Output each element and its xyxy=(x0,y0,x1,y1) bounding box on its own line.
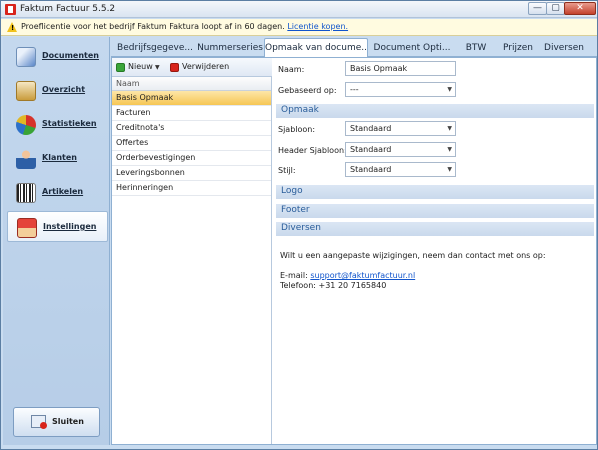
content-panel: Nieuw ▼ Verwijderen Naam Basis Opmaak Fa… xyxy=(111,57,597,445)
sidebar-item-artikelen[interactable]: Artikelen xyxy=(7,177,108,208)
email-label: E-mail: xyxy=(280,271,308,280)
section-diversen[interactable]: Diversen xyxy=(276,222,594,236)
sidebar-item-statistieken[interactable]: Statistieken xyxy=(7,109,108,140)
tab-document-opties[interactable]: Document Opti... xyxy=(370,40,454,57)
header-template-select[interactable]: Standaard ▼ xyxy=(345,142,456,157)
chevron-down-icon: ▼ xyxy=(447,166,452,173)
app-window: Faktum Factuur 5.5.2 — ▢ ✕ ! Proeflicent… xyxy=(0,0,598,450)
delete-button-label: Verwijderen xyxy=(182,62,230,71)
minimize-button[interactable]: — xyxy=(528,2,547,15)
app-logo-icon xyxy=(5,4,16,15)
name-field[interactable]: Basis Opmaak xyxy=(345,61,456,76)
style-label: Stijl: xyxy=(278,166,296,175)
chevron-down-icon: ▼ xyxy=(447,146,452,153)
buy-license-link[interactable]: Licentie kopen. xyxy=(287,22,348,31)
section-footer[interactable]: Footer xyxy=(276,204,594,218)
new-button-label: Nieuw xyxy=(128,62,153,71)
list-item[interactable]: Basis Opmaak xyxy=(112,91,271,106)
list-item[interactable]: Leveringsbonnen xyxy=(112,166,271,181)
phone-value: +31 20 7165840 xyxy=(318,281,387,290)
template-select[interactable]: Standaard ▼ xyxy=(345,121,456,136)
exit-icon xyxy=(31,415,47,429)
email-link[interactable]: support@faktumfactuur.nl xyxy=(310,271,415,280)
style-value: Standaard xyxy=(350,165,392,174)
style-select[interactable]: Standaard ▼ xyxy=(345,162,456,177)
chevron-down-icon: ▼ xyxy=(447,86,452,93)
based-on-label: Gebaseerd op: xyxy=(278,86,337,95)
list-toolbar: Nieuw ▼ Verwijderen xyxy=(112,58,272,77)
settings-tabs: Bedrijfsgegeve... Nummerseries Opmaak va… xyxy=(111,37,597,58)
license-text: Proeflicentie voor het bedrijf Faktum Fa… xyxy=(21,19,348,35)
list-column-header[interactable]: Naam xyxy=(112,77,271,91)
template-label: Sjabloon: xyxy=(278,125,316,134)
sidebar-item-documenten[interactable]: Documenten xyxy=(7,41,108,72)
customers-icon xyxy=(16,149,36,169)
sidebar-item-klanten[interactable]: Klanten xyxy=(7,143,108,174)
close-window-button[interactable]: ✕ xyxy=(564,2,596,15)
name-label: Naam: xyxy=(278,65,305,74)
section-opmaak[interactable]: Opmaak xyxy=(276,104,594,118)
sidebar-item-label: Statistieken xyxy=(42,119,97,128)
maximize-button[interactable]: ▢ xyxy=(546,2,565,15)
sidebar-item-instellingen[interactable]: Instellingen xyxy=(7,211,108,242)
list-item[interactable]: Creditnota's xyxy=(112,121,271,136)
sidebar-item-overzicht[interactable]: Overzicht xyxy=(7,75,108,106)
tab-diversen[interactable]: Diversen xyxy=(538,40,590,57)
delete-icon xyxy=(170,63,179,72)
sidebar-item-label: Klanten xyxy=(42,153,77,162)
list-item[interactable]: Facturen xyxy=(112,106,271,121)
settings-icon xyxy=(17,218,37,238)
header-template-value: Standaard xyxy=(350,145,392,154)
header-template-label: Header Sjabloon: xyxy=(278,146,347,155)
sidebar-item-label: Documenten xyxy=(42,51,99,60)
overview-icon xyxy=(16,81,36,101)
based-on-value: --- xyxy=(350,85,359,94)
tab-bedrijfsgegevens[interactable]: Bedrijfsgegeve... xyxy=(114,40,196,57)
window-title: Faktum Factuur 5.5.2 xyxy=(20,4,116,14)
list-item[interactable]: Orderbevestigingen xyxy=(112,151,271,166)
list-item[interactable]: Herinneringen xyxy=(112,181,271,196)
add-icon xyxy=(116,63,125,72)
chevron-down-icon: ▼ xyxy=(447,125,452,132)
articles-icon xyxy=(16,183,36,203)
statistics-icon xyxy=(16,115,36,135)
title-bar: Faktum Factuur 5.5.2 — ▢ ✕ xyxy=(1,1,597,18)
section-logo[interactable]: Logo xyxy=(276,185,594,199)
tab-prijzen[interactable]: Prijzen xyxy=(498,40,538,57)
sidebar-item-label: Overzicht xyxy=(42,85,86,94)
layout-list: Naam Basis Opmaak Facturen Creditnota's … xyxy=(112,77,272,444)
new-button[interactable]: Nieuw ▼ xyxy=(116,61,164,74)
template-value: Standaard xyxy=(350,124,392,133)
chevron-down-icon: ▼ xyxy=(155,64,160,71)
email-row: E-mail: support@faktumfactuur.nl xyxy=(280,271,415,280)
tab-btw[interactable]: BTW xyxy=(454,40,498,57)
license-info-bar: ! Proeflicentie voor het bedrijf Faktum … xyxy=(1,19,597,36)
license-message: Proeflicentie voor het bedrijf Faktum Fa… xyxy=(21,22,285,31)
documents-icon xyxy=(16,47,36,67)
phone-label: Telefoon: xyxy=(280,281,316,290)
warning-icon: ! xyxy=(7,22,17,32)
list-item[interactable]: Offertes xyxy=(112,136,271,151)
contact-text: Wilt u een aangepaste wijzigingen, neem … xyxy=(280,251,546,260)
delete-button[interactable]: Verwijderen xyxy=(170,61,240,74)
sidebar: Documenten Overzicht Statistieken Klante… xyxy=(3,37,110,445)
close-app-label: Sluiten xyxy=(52,417,84,426)
based-on-select[interactable]: --- ▼ xyxy=(345,82,456,97)
close-app-button[interactable]: Sluiten xyxy=(13,407,100,437)
tab-nummerseries[interactable]: Nummerseries xyxy=(196,40,264,57)
tab-opmaak-van-documenten[interactable]: Opmaak van docume... xyxy=(264,38,368,58)
sidebar-item-label: Artikelen xyxy=(42,187,84,196)
layout-form: Naam: Basis Opmaak Gebaseerd op: --- ▼ O… xyxy=(274,58,596,444)
phone-row: Telefoon: +31 20 7165840 xyxy=(280,281,386,290)
sidebar-item-label: Instellingen xyxy=(43,222,97,231)
